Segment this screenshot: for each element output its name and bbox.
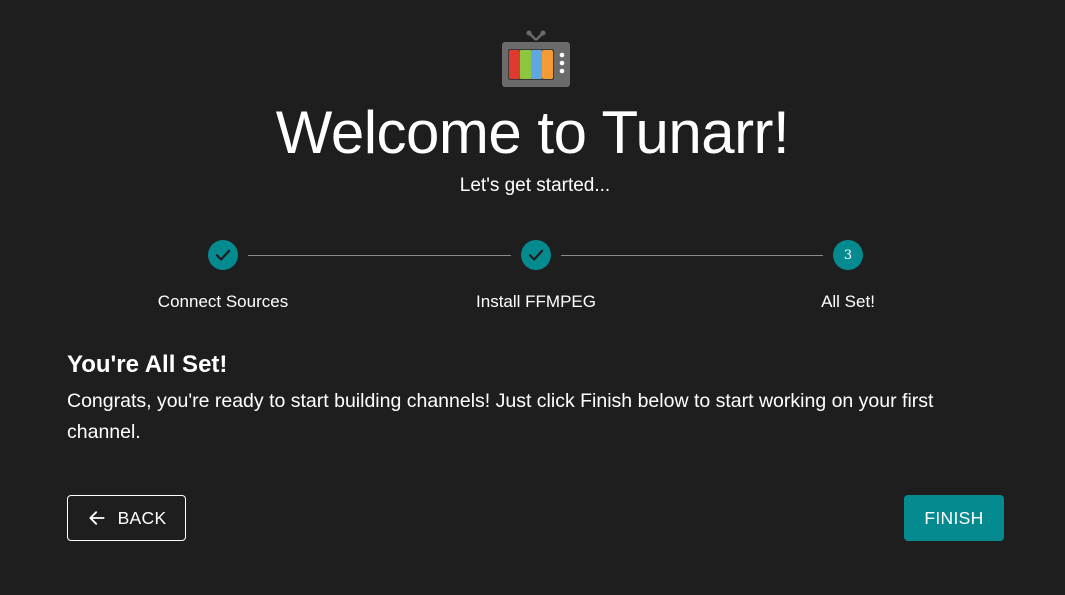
back-button[interactable]: BACK bbox=[67, 495, 186, 541]
step-connector-2 bbox=[561, 255, 823, 256]
check-icon bbox=[528, 249, 544, 261]
section-heading: You're All Set! bbox=[67, 351, 228, 378]
check-icon bbox=[215, 249, 231, 261]
setup-stepper: 3 Connect Sources Install FFMPEG All Set… bbox=[67, 239, 1004, 319]
step-3-number-icon: 3 bbox=[833, 240, 863, 270]
finish-button-label: FINISH bbox=[924, 507, 984, 528]
onboarding-page: Welcome to Tunarr! Let's get started... … bbox=[0, 0, 1065, 595]
step-label-install-ffmpeg: Install FFMPEG bbox=[476, 292, 596, 311]
tv-icon bbox=[502, 30, 570, 87]
back-button-label: BACK bbox=[117, 507, 167, 528]
step-label-all-set: All Set! bbox=[821, 292, 875, 311]
step-label-connect-sources: Connect Sources bbox=[157, 292, 289, 311]
section-body: Congrats, you're ready to start building… bbox=[67, 390, 934, 443]
page-subtitle: Let's get started... bbox=[459, 175, 611, 196]
step-1-completed-icon bbox=[208, 240, 238, 270]
arrow-left-icon bbox=[87, 508, 107, 528]
step-connector-1 bbox=[248, 255, 511, 256]
page-title: Welcome to Tunarr! bbox=[275, 99, 790, 166]
finish-button[interactable]: FINISH bbox=[904, 495, 1004, 541]
step-2-completed-icon bbox=[521, 240, 551, 270]
